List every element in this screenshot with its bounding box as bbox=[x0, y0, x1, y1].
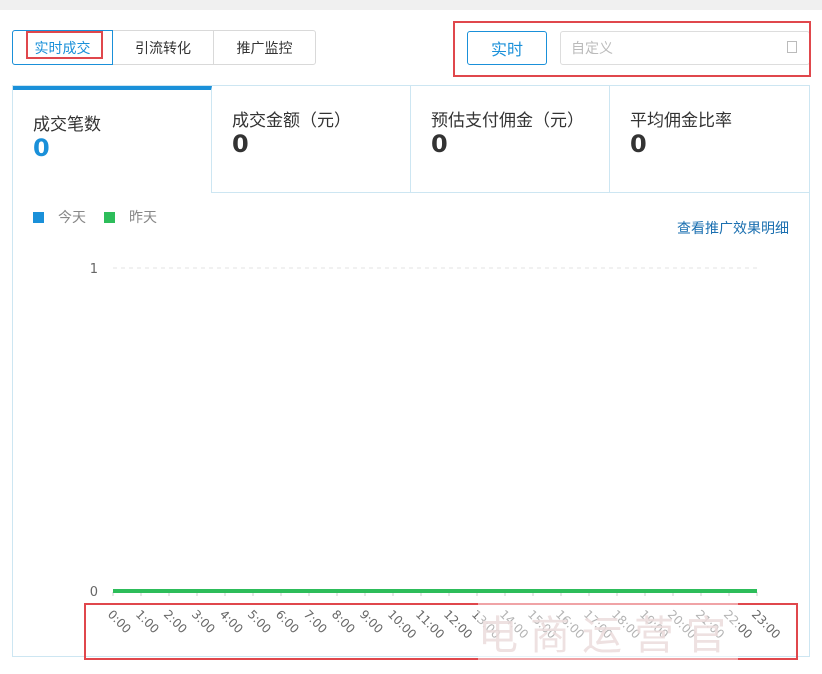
x-tick-label: 10:00 bbox=[385, 607, 419, 641]
x-tick-label: 3:00 bbox=[189, 607, 218, 636]
x-tick-label: 23:00 bbox=[749, 607, 783, 641]
x-tick-label: 12:00 bbox=[441, 607, 475, 641]
x-tick-label: 2:00 bbox=[161, 607, 190, 636]
watermark: 电商运营官 bbox=[478, 603, 738, 661]
x-tick-label: 7:00 bbox=[301, 607, 330, 636]
x-tick-label: 6:00 bbox=[273, 607, 302, 636]
x-tick-label: 5:00 bbox=[245, 607, 274, 636]
x-tick-label: 8:00 bbox=[329, 607, 358, 636]
x-tick-label: 0:00 bbox=[105, 607, 134, 636]
y-tick-label: 0 bbox=[90, 585, 98, 600]
line-chart: 010:00 1:00 2:00 3:00 4:00 5:00 6:00 7:00 8:00 9:… bbox=[84, 262, 798, 660]
y-tick-label: 1 bbox=[90, 262, 98, 277]
x-tick-label: 1:00 bbox=[133, 607, 162, 636]
x-tick-label: 4:00 bbox=[217, 607, 246, 636]
x-tick-label: 11:00 bbox=[413, 607, 447, 641]
x-tick-label: 9:00 bbox=[357, 607, 386, 636]
